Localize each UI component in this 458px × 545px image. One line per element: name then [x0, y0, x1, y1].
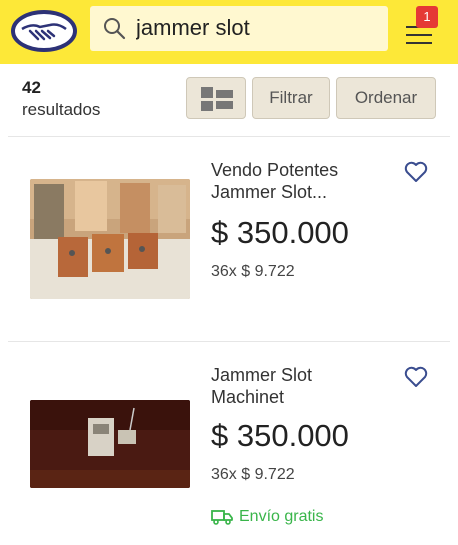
- product-title-line[interactable]: Jammer Slot: [211, 364, 391, 386]
- hamburger-menu-icon[interactable]: [406, 26, 432, 50]
- product-title-line[interactable]: Machinet: [211, 386, 391, 408]
- results-toolbar: 42 resultados Filtrar Ordenar: [0, 64, 458, 136]
- product-price: $ 350.000: [211, 418, 349, 453]
- product-price: $ 350.000: [211, 215, 349, 250]
- grid-view-icon: [201, 87, 233, 111]
- filter-button[interactable]: Filtrar: [252, 77, 330, 119]
- results-count-label: resultados: [22, 100, 101, 119]
- truck-icon: [211, 510, 233, 525]
- search-input[interactable]: [136, 13, 376, 43]
- installments-text: 36x $ 9.722: [211, 466, 295, 483]
- search-box[interactable]: [90, 6, 388, 51]
- installments-text: 36x $ 9.722: [211, 263, 295, 280]
- result-item[interactable]: Jammer Slot Machinet $ 350.000 36x $ 9.7…: [0, 342, 458, 545]
- product-image[interactable]: [30, 179, 190, 299]
- results-count: 42: [22, 78, 41, 97]
- result-item[interactable]: Vendo Potentes Jammer Slot... $ 350.000 …: [0, 137, 458, 341]
- product-image[interactable]: [30, 400, 190, 488]
- view-mode-button[interactable]: [186, 77, 246, 119]
- product-title-line[interactable]: Vendo Potentes: [211, 159, 391, 181]
- notification-badge: 1: [416, 6, 438, 28]
- top-bar: 1: [0, 0, 458, 64]
- heart-icon[interactable]: [403, 364, 429, 390]
- menu-button[interactable]: 1: [398, 6, 448, 51]
- free-shipping: Envío gratis: [211, 508, 351, 528]
- sort-button[interactable]: Ordenar: [336, 77, 436, 119]
- product-title-line[interactable]: Jammer Slot...: [211, 181, 391, 203]
- search-icon[interactable]: [102, 16, 126, 40]
- handshake-logo-icon[interactable]: [10, 9, 78, 53]
- product-title[interactable]: Vendo Potentes Jammer Slot...: [211, 159, 391, 203]
- product-title[interactable]: Jammer Slot Machinet: [211, 364, 391, 408]
- heart-icon[interactable]: [403, 159, 429, 185]
- free-shipping-label: Envío gratis: [239, 508, 324, 525]
